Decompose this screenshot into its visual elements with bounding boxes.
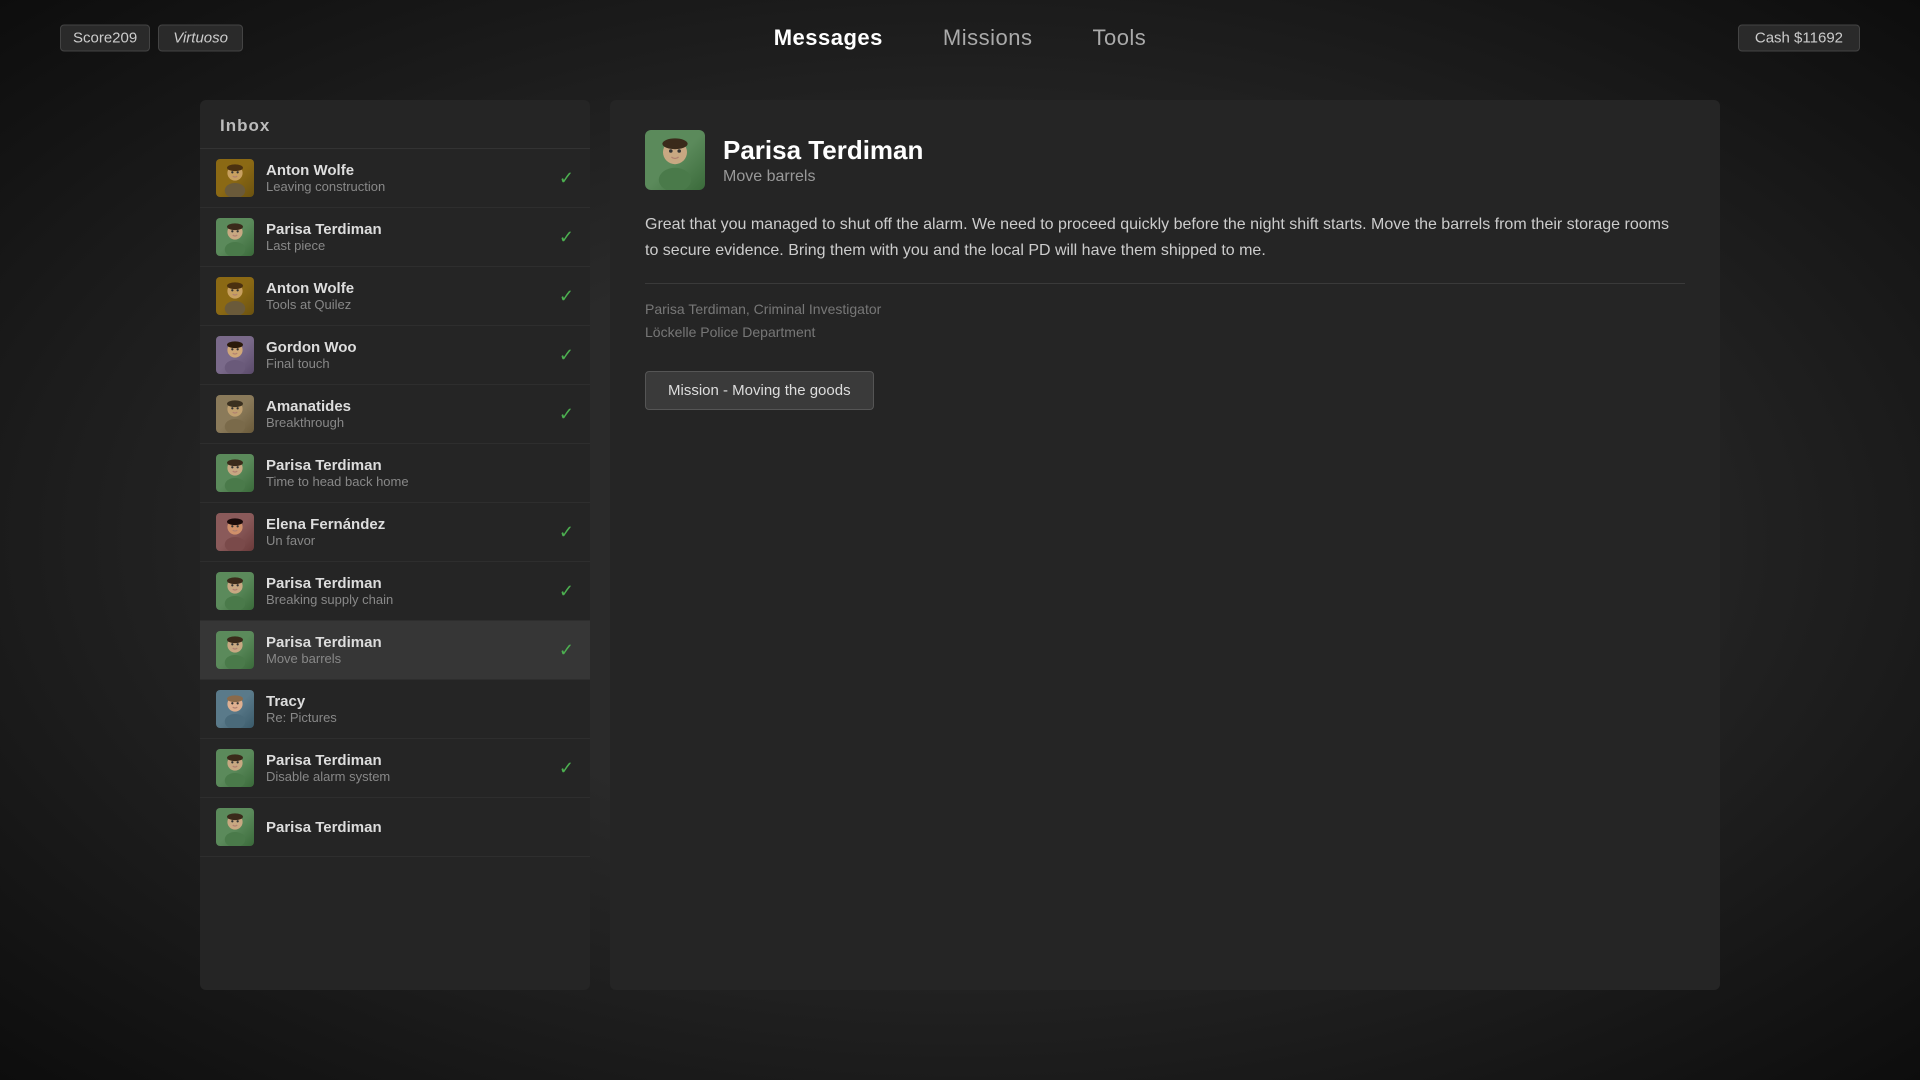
item-subject: Leaving construction bbox=[266, 179, 551, 194]
inbox-panel: Inbox Anton WolfeLeaving construction✓ P… bbox=[200, 100, 590, 990]
item-subject: Time to head back home bbox=[266, 474, 574, 489]
item-text: AmanatidesBreakthrough bbox=[266, 398, 551, 430]
score-display: Score209 bbox=[60, 24, 150, 51]
item-text: Anton WolfeLeaving construction bbox=[266, 162, 551, 194]
avatar bbox=[216, 218, 254, 256]
item-subject: Tools at Quilez bbox=[266, 297, 551, 312]
item-name: Parisa Terdiman bbox=[266, 819, 574, 836]
item-text: Parisa Terdiman bbox=[266, 819, 574, 836]
item-text: Gordon WooFinal touch bbox=[266, 339, 551, 371]
avatar bbox=[216, 690, 254, 728]
item-text: Parisa TerdimanBreaking supply chain bbox=[266, 575, 551, 607]
mission-button[interactable]: Mission - Moving the goods bbox=[645, 371, 874, 410]
check-icon: ✓ bbox=[559, 758, 574, 779]
tab-missions[interactable]: Missions bbox=[943, 25, 1033, 51]
item-text: Parisa TerdimanMove barrels bbox=[266, 634, 551, 666]
check-icon: ✓ bbox=[559, 581, 574, 602]
detail-sender-info: Parisa Terdiman Move barrels bbox=[723, 135, 923, 186]
inbox-item[interactable]: Elena FernándezUn favor ✓ bbox=[200, 503, 590, 562]
avatar bbox=[216, 749, 254, 787]
detail-avatar bbox=[645, 130, 705, 190]
rank-display: Virtuoso bbox=[158, 24, 243, 51]
detail-signature: Parisa Terdiman, Criminal Investigator L… bbox=[645, 298, 1685, 343]
inbox-item[interactable]: Parisa TerdimanTime to head back home bbox=[200, 444, 590, 503]
item-subject: Last piece bbox=[266, 238, 551, 253]
inbox-header: Inbox bbox=[200, 100, 590, 149]
inbox-item[interactable]: Parisa TerdimanDisable alarm system ✓ bbox=[200, 739, 590, 798]
item-name: Parisa Terdiman bbox=[266, 457, 574, 474]
inbox-item[interactable]: Anton WolfeLeaving construction ✓ bbox=[200, 149, 590, 208]
detail-header: Parisa Terdiman Move barrels bbox=[645, 130, 1685, 190]
avatar bbox=[216, 572, 254, 610]
avatar bbox=[216, 395, 254, 433]
item-name: Amanatides bbox=[266, 398, 551, 415]
item-text: Parisa TerdimanTime to head back home bbox=[266, 457, 574, 489]
item-text: Anton WolfeTools at Quilez bbox=[266, 280, 551, 312]
item-name: Parisa Terdiman bbox=[266, 575, 551, 592]
main-content: Inbox Anton WolfeLeaving construction✓ P… bbox=[200, 100, 1720, 990]
check-icon: ✓ bbox=[559, 522, 574, 543]
avatar bbox=[216, 631, 254, 669]
inbox-item[interactable]: Parisa Terdiman bbox=[200, 798, 590, 857]
inbox-item[interactable]: AmanatidesBreakthrough ✓ bbox=[200, 385, 590, 444]
tab-tools[interactable]: Tools bbox=[1092, 25, 1146, 51]
item-name: Anton Wolfe bbox=[266, 162, 551, 179]
inbox-item[interactable]: Parisa TerdimanLast piece ✓ bbox=[200, 208, 590, 267]
item-name: Anton Wolfe bbox=[266, 280, 551, 297]
item-text: TracyRe: Pictures bbox=[266, 693, 574, 725]
inbox-item[interactable]: Gordon WooFinal touch ✓ bbox=[200, 326, 590, 385]
navigation: Messages Missions Tools bbox=[774, 25, 1147, 51]
check-icon: ✓ bbox=[559, 404, 574, 425]
item-subject: Move barrels bbox=[266, 651, 551, 666]
inbox-list: Anton WolfeLeaving construction✓ Parisa … bbox=[200, 149, 590, 990]
check-icon: ✓ bbox=[559, 345, 574, 366]
inbox-item[interactable]: Parisa TerdimanBreaking supply chain ✓ bbox=[200, 562, 590, 621]
signature-line2: Löckelle Police Department bbox=[645, 321, 1685, 343]
avatar bbox=[216, 454, 254, 492]
check-icon: ✓ bbox=[559, 286, 574, 307]
item-name: Parisa Terdiman bbox=[266, 634, 551, 651]
inbox-item[interactable]: TracyRe: Pictures bbox=[200, 680, 590, 739]
item-name: Parisa Terdiman bbox=[266, 752, 551, 769]
check-icon: ✓ bbox=[559, 640, 574, 661]
item-subject: Disable alarm system bbox=[266, 769, 551, 784]
detail-panel: Parisa Terdiman Move barrels Great that … bbox=[610, 100, 1720, 990]
item-name: Elena Fernández bbox=[266, 516, 551, 533]
detail-sender-name: Parisa Terdiman bbox=[723, 135, 923, 166]
item-name: Tracy bbox=[266, 693, 574, 710]
item-subject: Breakthrough bbox=[266, 415, 551, 430]
inbox-item[interactable]: Anton WolfeTools at Quilez ✓ bbox=[200, 267, 590, 326]
detail-body: Great that you managed to shut off the a… bbox=[645, 212, 1685, 263]
avatar bbox=[216, 277, 254, 315]
avatar bbox=[216, 159, 254, 197]
avatar bbox=[216, 336, 254, 374]
item-text: Parisa TerdimanDisable alarm system bbox=[266, 752, 551, 784]
detail-divider bbox=[645, 283, 1685, 284]
check-icon: ✓ bbox=[559, 227, 574, 248]
score-badge: Score209 Virtuoso bbox=[60, 24, 243, 51]
item-text: Parisa TerdimanLast piece bbox=[266, 221, 551, 253]
item-name: Gordon Woo bbox=[266, 339, 551, 356]
signature-line1: Parisa Terdiman, Criminal Investigator bbox=[645, 298, 1685, 320]
detail-message-subject: Move barrels bbox=[723, 168, 923, 186]
check-icon: ✓ bbox=[559, 168, 574, 189]
item-subject: Breaking supply chain bbox=[266, 592, 551, 607]
avatar bbox=[216, 513, 254, 551]
item-name: Parisa Terdiman bbox=[266, 221, 551, 238]
avatar bbox=[216, 808, 254, 846]
cash-display: Cash $11692 bbox=[1738, 24, 1860, 51]
item-subject: Final touch bbox=[266, 356, 551, 371]
inbox-item[interactable]: Parisa TerdimanMove barrels ✓ bbox=[200, 621, 590, 680]
topbar: Score209 Virtuoso Messages Missions Tool… bbox=[0, 0, 1920, 75]
item-subject: Re: Pictures bbox=[266, 710, 574, 725]
item-text: Elena FernándezUn favor bbox=[266, 516, 551, 548]
item-subject: Un favor bbox=[266, 533, 551, 548]
tab-messages[interactable]: Messages bbox=[774, 25, 883, 51]
